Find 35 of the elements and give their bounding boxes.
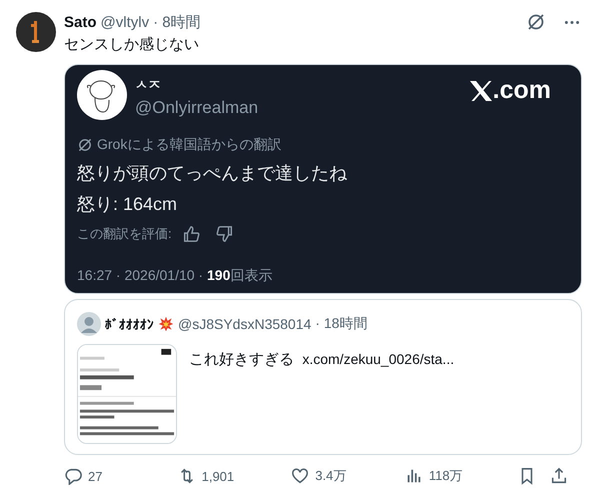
user-name: ㅅㅈ (135, 76, 162, 94)
quoted-post[interactable]: ﾎﾞｵｵｵｵﾝ @sJ8SYdsxN358014 · 18時間 これ好きすぎる x.com/zekuu_0026/sta... (64, 299, 582, 455)
user-handle[interactable]: @vltylv (100, 14, 150, 30)
avatar (77, 70, 127, 120)
post-text: センスしか感じない (64, 35, 200, 54)
post-time: · 18時間 (315, 315, 368, 333)
link[interactable]: x.com/zekuu_0026/sta... (302, 351, 454, 367)
post-meta: 16:27 · 2026/01/10 · 190回表示 (77, 267, 274, 285)
bar-chart-icon[interactable] (404, 467, 423, 485)
avatar[interactable] (16, 12, 56, 52)
translated-text: 怒り: 164cm (77, 193, 178, 216)
more-icon[interactable] (564, 20, 580, 24)
count: 3.4万 (315, 467, 346, 485)
heart-icon[interactable] (291, 467, 310, 485)
explosion-icon (158, 316, 174, 332)
count: 27 (88, 468, 102, 484)
x-logo-icon (468, 80, 493, 102)
post-text: これ好きすぎる x.com/zekuu_0026/sta... (189, 350, 454, 370)
count: 1,901 (202, 468, 234, 484)
count: 118万 (428, 467, 463, 485)
reply-icon[interactable] (64, 467, 82, 485)
post-time[interactable]: · 8時間 (153, 12, 201, 32)
thumbs-up-icon (182, 225, 200, 243)
user-name[interactable]: Sato (64, 14, 97, 30)
user-name: ﾎﾞｵｵｵｵﾝ (105, 316, 154, 332)
logo-text: .com (492, 76, 551, 105)
thumbs-down-icon (216, 225, 234, 243)
embedded-screenshot[interactable]: ㅅㅈ @Onlyirrealman .com Grokによる韓国語からの翻訳 怒りが頭のてっぺんまで達したね 怒り: 164cm この翻訳を評価: 16:27 · 2026/01/10 · 190回表示 (64, 64, 582, 294)
avatar (77, 312, 101, 336)
translated-text: 怒りが頭のてっぺんまで達したね (77, 162, 348, 185)
user-handle: @Onlyirrealman (135, 98, 258, 118)
share-icon[interactable] (550, 467, 568, 485)
user-handle: @sJ8SYdsxN358014 (178, 316, 312, 332)
rating-label: この翻訳を評価: (77, 225, 172, 243)
translation-label: Grokによる韓国語からの翻訳 (97, 136, 282, 154)
